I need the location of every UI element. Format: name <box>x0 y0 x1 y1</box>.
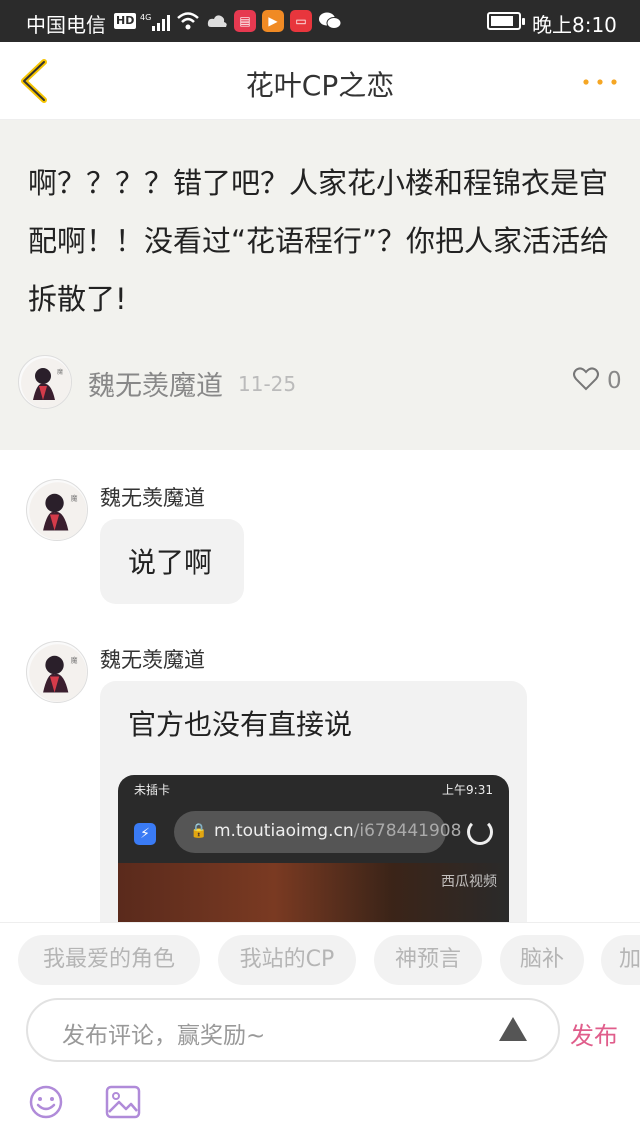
tag-chip[interactable]: 神预言 <box>374 935 482 985</box>
svg-text:魔: 魔 <box>71 656 78 665</box>
embedded-url-bar: 🔒 m.toutiaoimg.cn/i678441908 <box>174 811 461 853</box>
app-header: 花叶CP之恋 <box>0 42 640 120</box>
lightning-icon: ⚡ <box>134 823 156 845</box>
signal-icon: 4G <box>140 13 170 31</box>
comment-input-placeholder: 发布评论，赢奖励~ <box>62 1023 266 1049</box>
more-dots-icon <box>583 79 617 85</box>
reply-author[interactable]: 魏无羡魔道 <box>100 482 205 512</box>
original-comment: 啊？？？？错了吧？人家花小楼和程锦衣是官配啊！！没看过“花语程行”？你把人家活活… <box>0 120 640 450</box>
tag-chip[interactable]: 我站的CP <box>218 935 356 985</box>
avatar-image: 魔 <box>21 358 71 408</box>
svg-text:魔: 魔 <box>71 494 78 503</box>
avatar-image: 魔 <box>29 644 87 702</box>
comment-date: 11-25 <box>238 372 297 396</box>
wifi-icon <box>177 12 199 30</box>
avatar[interactable]: 魔 <box>26 641 88 703</box>
tag-chip[interactable]: 加 <box>601 935 640 985</box>
message-text: 官方也没有直接说 <box>128 708 353 741</box>
wechat-icon <box>319 12 342 29</box>
reload-icon <box>467 819 493 845</box>
tag-chip[interactable]: 脑补 <box>500 935 584 985</box>
heart-icon <box>573 367 599 391</box>
like-button[interactable] <box>572 365 600 393</box>
clock: 晚上8:10 <box>532 13 617 37</box>
svg-text:4G: 4G <box>140 13 151 22</box>
avatar[interactable]: 魔 <box>26 479 88 541</box>
store-app-icon: ▭ <box>290 10 312 32</box>
battery-icon <box>487 12 525 30</box>
smiley-icon <box>29 1085 63 1119</box>
embedded-url-main: m.toutiaoimg.cn <box>214 821 354 841</box>
original-comment-text: 啊？？？？错了吧？人家花小楼和程锦衣是官配啊！！没看过“花语程行”？你把人家活活… <box>28 166 610 316</box>
video-app-icon: ▶ <box>262 10 284 32</box>
embedded-status-text: 未插卡 <box>134 783 171 797</box>
battery-level <box>491 16 514 26</box>
svg-text:魔: 魔 <box>57 368 63 376</box>
notification-icons: ▤ ▶ ▭ <box>176 10 342 32</box>
message-bubble: 说了啊 <box>100 519 244 604</box>
more-button[interactable] <box>580 72 620 92</box>
avatar[interactable]: 魔 <box>18 355 72 409</box>
book-app-icon: ▤ <box>234 10 256 32</box>
emoji-button[interactable] <box>28 1084 64 1120</box>
publish-button[interactable]: 发布 <box>570 1016 618 1051</box>
like-count: 0 <box>607 368 622 394</box>
comment-input[interactable]: 发布评论，赢奖励~ <box>26 998 560 1062</box>
video-watermark: 西瓜视频 <box>441 874 497 890</box>
picture-icon <box>105 1085 141 1119</box>
embedded-url-rest: /i678441908 <box>353 821 462 841</box>
message-text: 说了啊 <box>128 546 213 579</box>
lock-icon: 🔒 <box>190 823 208 839</box>
tag-chip[interactable]: 我最爱的角色 <box>18 935 200 985</box>
page-title: 花叶CP之恋 <box>245 69 395 102</box>
comment-author[interactable]: 魏无羡魔道 <box>88 364 223 403</box>
status-bar: 中国电信 HD 4G ▤ ▶ ▭ 晚上8:10 <box>0 0 640 42</box>
reply-author[interactable]: 魏无羡魔道 <box>100 644 205 674</box>
avatar-image: 魔 <box>29 482 87 540</box>
hd-badge: HD <box>114 13 137 29</box>
cloud-icon <box>207 15 227 27</box>
carrier-name: 中国电信 <box>26 13 106 37</box>
send-triangle-icon[interactable] <box>497 1015 529 1043</box>
attached-image[interactable]: 未插卡 上午9:31 ⚡ 🔒 m.toutiaoimg.cn/i67844190… <box>118 775 509 923</box>
image-button[interactable] <box>104 1084 142 1120</box>
topic-tags: 我最爱的角色 我站的CP 神预言 脑补 加 <box>0 922 640 996</box>
embedded-time: 上午9:31 <box>442 783 493 797</box>
